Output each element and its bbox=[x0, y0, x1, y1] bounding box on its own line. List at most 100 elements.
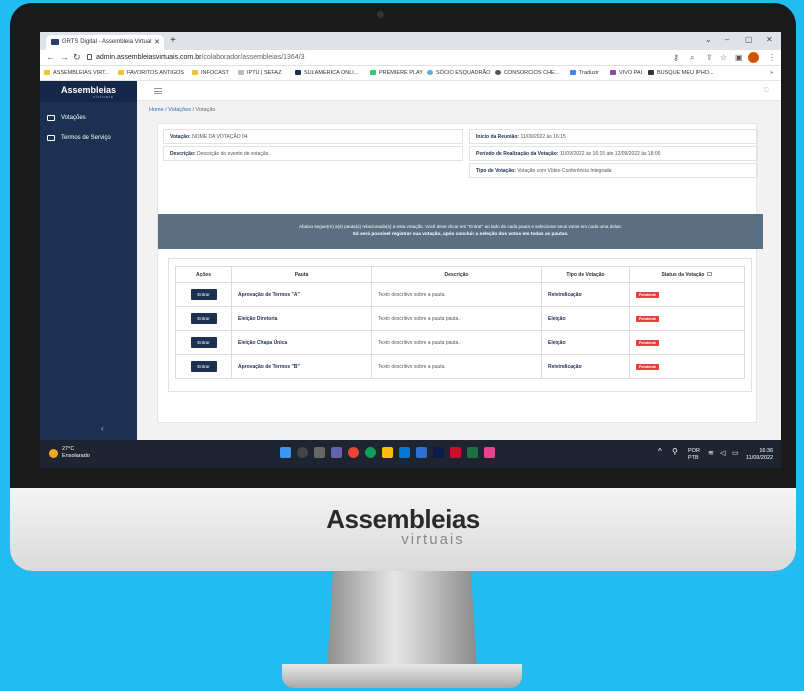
excel-icon[interactable] bbox=[467, 447, 478, 458]
photos-icon[interactable] bbox=[484, 447, 495, 458]
bookmark-folder[interactable]: ASSEMBLEIAS VIRT... bbox=[44, 70, 109, 76]
cell-tipo: Reivindicação bbox=[541, 282, 630, 307]
entrar-button[interactable]: Entrar bbox=[190, 337, 217, 348]
collapse-sidebar-icon[interactable]: ‹ bbox=[101, 424, 104, 433]
sidebar-item-votacoes[interactable]: Votações bbox=[40, 110, 137, 126]
logout-icon[interactable]: ⎋ bbox=[763, 87, 769, 95]
list-icon bbox=[47, 135, 55, 141]
status-badge: Pendente bbox=[636, 339, 660, 346]
close-window-button[interactable]: ✕ bbox=[766, 35, 773, 44]
windows-start-icon[interactable] bbox=[280, 447, 291, 458]
new-tab-button[interactable]: + bbox=[170, 35, 176, 46]
star-icon[interactable]: ☆ bbox=[720, 53, 727, 62]
forward-icon[interactable]: → bbox=[60, 52, 69, 62]
bookmark[interactable]: INFOCAST bbox=[192, 70, 229, 76]
profile-avatar[interactable] bbox=[748, 52, 759, 63]
store-icon[interactable] bbox=[399, 447, 410, 458]
back-icon[interactable]: ← bbox=[46, 52, 55, 62]
bookmarks-overflow-icon[interactable]: » bbox=[770, 70, 773, 76]
bookmark[interactable]: SÓCIO ESQUADRÃO bbox=[427, 70, 490, 76]
bookmark[interactable]: SULAMERICA ONLI... bbox=[295, 70, 358, 76]
monitor-chin: Assembleias virtuais bbox=[10, 488, 796, 571]
votacao-card: Votação: NOME DA VOTAÇÃO 04 Descrição: D… bbox=[157, 123, 763, 423]
folder-icon bbox=[118, 70, 124, 75]
sidepanel-icon[interactable]: ▣ bbox=[735, 53, 743, 62]
sulamerica-icon bbox=[295, 70, 301, 75]
breadcrumb-votacoes[interactable]: Votações bbox=[168, 107, 191, 113]
sefaz-icon bbox=[238, 70, 244, 75]
cell-pauta: Eleição Chapa Única bbox=[231, 330, 372, 355]
taskbar-apps bbox=[280, 447, 495, 458]
minimize-button[interactable]: – bbox=[725, 35, 729, 44]
bookmark[interactable]: BUSQUE MEU IPHO... bbox=[648, 70, 714, 76]
share-icon[interactable]: ⇪ bbox=[706, 53, 713, 62]
mail-icon[interactable] bbox=[416, 447, 427, 458]
chin-brand-sub: virtuais bbox=[401, 531, 465, 548]
col-header-descricao: Descrição bbox=[371, 266, 542, 283]
lock-icon bbox=[87, 54, 92, 60]
sun-icon[interactable] bbox=[49, 449, 58, 458]
chrome-icon[interactable] bbox=[348, 447, 359, 458]
photoshop-icon[interactable] bbox=[433, 447, 444, 458]
cell-pauta: Eleição Diretoria bbox=[231, 306, 372, 331]
sidebar-item-label: Votações bbox=[61, 115, 86, 121]
task-view-icon[interactable] bbox=[314, 447, 325, 458]
browser-tab[interactable]: GRTS Digital - Assembleia Virtual ✕ bbox=[46, 35, 164, 50]
weather-temp: 27°C bbox=[62, 446, 75, 452]
language-indicator[interactable]: POR PTB bbox=[688, 448, 700, 462]
status-badge: Pendente bbox=[636, 315, 660, 322]
bookmark-folder[interactable]: FAVORITOS ANTIGOS bbox=[118, 70, 184, 76]
info-votacao: Votação: NOME DA VOTAÇÃO 04 bbox=[163, 129, 463, 144]
breadcrumb-home[interactable]: Home bbox=[149, 107, 164, 113]
bookmark[interactable]: VIVO PAI bbox=[610, 70, 642, 76]
weather-widget[interactable]: 27°C Ensolarado bbox=[62, 446, 90, 460]
clock[interactable]: 16:36 11/09/2022 bbox=[746, 448, 773, 462]
entrar-button[interactable]: Entrar bbox=[190, 361, 217, 372]
key-icon[interactable]: ⚷ bbox=[673, 53, 679, 62]
bookmark[interactable]: Traduzir bbox=[570, 70, 599, 76]
wifi-icon[interactable]: ≋ bbox=[708, 450, 714, 457]
status-badge: Pendente bbox=[636, 363, 660, 370]
maximize-button[interactable]: ▢ bbox=[745, 35, 753, 44]
instructions-banner: Abaixo segue(m) a(s) pauta(s) relacionad… bbox=[158, 214, 763, 249]
folder-icon bbox=[192, 70, 198, 75]
bookmark[interactable]: IPTU | SEFAZ bbox=[238, 70, 281, 76]
laptop-icon bbox=[47, 115, 55, 121]
entrar-button[interactable]: Entrar bbox=[190, 313, 217, 324]
url-field[interactable]: admin.assembleiasvirtuais.com.br/colabor… bbox=[96, 54, 305, 61]
volume-icon[interactable]: ◁ bbox=[720, 450, 725, 457]
tab-search-icon[interactable]: ⌄ bbox=[705, 35, 712, 44]
entrar-button[interactable]: Entrar bbox=[190, 289, 217, 300]
edge-icon[interactable] bbox=[365, 447, 376, 458]
hamburger-menu-icon[interactable] bbox=[154, 88, 162, 94]
menu-icon[interactable]: ⋮ bbox=[768, 53, 776, 62]
col-header-tipo: Tipo de Votação bbox=[541, 266, 630, 283]
tray-usb-icon[interactable]: ⚲ bbox=[672, 448, 678, 456]
search-icon[interactable] bbox=[297, 447, 308, 458]
sidebar-item-termos[interactable]: Termos de Serviço bbox=[40, 130, 137, 146]
app-topbar: ⎋ bbox=[137, 81, 781, 101]
url-host: admin.assembleiasvirtuais.com.br bbox=[96, 54, 202, 61]
cell-descricao: Texto descritivo sobre a pauta. bbox=[371, 282, 542, 307]
zoom-icon[interactable]: ⌕ bbox=[690, 53, 694, 63]
bookmark[interactable]: CONSORCIOS CHE... bbox=[495, 70, 559, 76]
filter-icon[interactable] bbox=[707, 271, 713, 276]
reload-icon[interactable]: ↻ bbox=[73, 52, 81, 63]
banner-line2: Só será possível registrar sua votação, … bbox=[352, 232, 569, 237]
socio-icon bbox=[427, 70, 433, 75]
globe-icon bbox=[495, 70, 501, 75]
info-descricao: Descrição: Descrição do evento de votaçã… bbox=[163, 146, 463, 161]
cell-descricao: Texto descritivo sobre a pauta pauta. bbox=[371, 306, 542, 331]
teams-icon[interactable] bbox=[331, 447, 342, 458]
illustrator-icon[interactable] bbox=[450, 447, 461, 458]
battery-icon[interactable]: ▭ bbox=[732, 450, 739, 457]
info-periodo: Período de Realização da Votação: 11/09/… bbox=[469, 146, 758, 161]
tray-chevron-icon[interactable]: ^ bbox=[658, 448, 662, 456]
table-header-row: Ações Pauta Descrição Tipo de Votação St… bbox=[175, 266, 745, 283]
vivo-icon bbox=[610, 70, 616, 75]
sidebar-logo[interactable]: Assembleias virtuais bbox=[40, 81, 137, 102]
close-tab-icon[interactable]: ✕ bbox=[154, 38, 160, 46]
bookmark[interactable]: PREMIERE PLAY bbox=[370, 70, 423, 76]
file-explorer-icon[interactable] bbox=[382, 447, 393, 458]
table-row: Entrar Aprovação de Termos "A" Texto des… bbox=[175, 282, 745, 307]
